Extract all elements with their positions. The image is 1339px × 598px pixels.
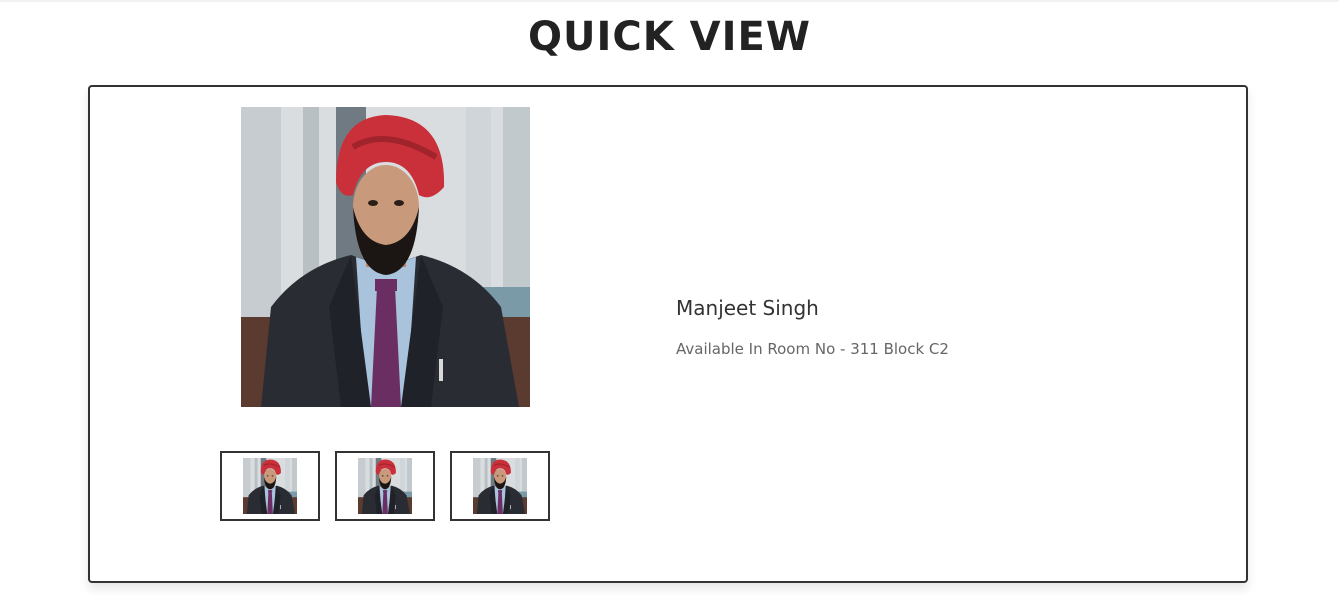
thumbnail-2[interactable] — [335, 451, 435, 521]
profile-location: Available In Room No - 311 Block C2 — [676, 340, 949, 358]
thumbnail-3[interactable] — [450, 451, 550, 521]
thumbnail-image — [243, 458, 297, 514]
thumbnail-image — [473, 458, 527, 514]
thumbnail-image — [358, 458, 412, 514]
top-divider — [0, 0, 1339, 2]
quick-view-card: Manjeet Singh Available In Room No - 311… — [88, 85, 1248, 583]
thumbnail-1[interactable] — [220, 451, 320, 521]
profile-name: Manjeet Singh — [676, 296, 819, 320]
page-title: QUICK VIEW — [528, 14, 811, 60]
portrait-photo — [241, 107, 530, 407]
